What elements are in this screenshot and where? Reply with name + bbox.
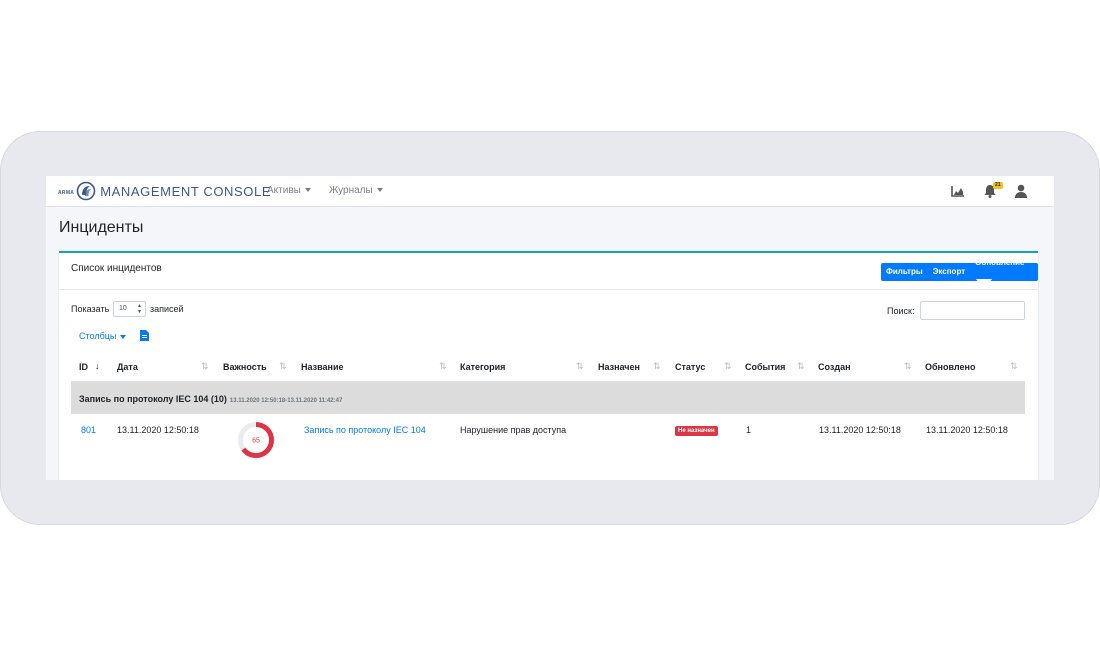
- chevron-down-icon: [376, 188, 383, 193]
- nav-menu-assets[interactable]: Активы: [267, 185, 311, 196]
- notification-count-badge: 21: [993, 182, 1003, 189]
- sort-icon[interactable]: ⇅: [904, 361, 912, 372]
- status-badge: Не назначен: [675, 426, 718, 436]
- col-header-severity[interactable]: Важность: [223, 362, 267, 372]
- group-title: Запись по протоколу IEC 104 (10) 13.11.20…: [79, 394, 342, 404]
- page-length-select[interactable]: 10 ▲ ▼: [113, 301, 146, 317]
- document-icon[interactable]: [140, 330, 149, 341]
- severity-gauge: 65: [238, 422, 274, 458]
- brand-small-text: ARMA: [58, 190, 75, 196]
- app-window: ARMA MANAGEMENT CONSOLE Активы Журналы 2…: [46, 176, 1054, 480]
- table-group-row[interactable]: Запись по протоколу IEC 104 (10) 13.11.20…: [71, 382, 1025, 414]
- sort-icon[interactable]: ⇅: [279, 361, 287, 372]
- card-button-group: Фильтры Экспорт Обновление: [881, 258, 1038, 283]
- sort-desc-icon[interactable]: ↓: [95, 361, 100, 371]
- nav-menu-journals-label: Журналы: [329, 185, 373, 196]
- col-header-updated[interactable]: Обновлено: [925, 362, 975, 372]
- select-arrows-icon: ▲ ▼: [137, 303, 142, 315]
- filters-button[interactable]: Фильтры: [881, 263, 928, 281]
- nav-menu-journals[interactable]: Журналы: [329, 185, 383, 196]
- severity-value: 65: [252, 438, 260, 445]
- col-header-name[interactable]: Название: [301, 362, 343, 372]
- sort-icon[interactable]: ⇅: [724, 361, 732, 372]
- sort-icon[interactable]: ⇅: [439, 361, 447, 372]
- chart-icon[interactable]: [950, 183, 966, 199]
- col-header-category[interactable]: Категория: [460, 362, 505, 372]
- col-header-events[interactable]: События: [745, 362, 785, 372]
- row-date: 13.11.2020 12:50:18: [117, 425, 199, 435]
- brand-mark-icon: [76, 181, 96, 201]
- page-length-value: 10: [119, 305, 127, 312]
- brand-logo[interactable]: ARMA MANAGEMENT CONSOLE: [58, 179, 271, 203]
- user-icon[interactable]: [1013, 183, 1029, 199]
- records-label: записей: [150, 304, 184, 314]
- sort-icon[interactable]: ⇅: [797, 361, 805, 372]
- export-button[interactable]: Экспорт: [928, 263, 970, 281]
- top-navbar: ARMA MANAGEMENT CONSOLE Активы Журналы 2…: [46, 176, 1054, 207]
- columns-button[interactable]: Столбцы: [79, 331, 127, 341]
- row-events: 1: [746, 425, 752, 435]
- show-label: Показать: [71, 304, 110, 314]
- row-name-link[interactable]: Запись по протоколу IEC 104: [304, 425, 426, 435]
- col-header-created[interactable]: Создан: [818, 362, 851, 372]
- sort-icon[interactable]: ⇅: [201, 361, 209, 372]
- row-id-link[interactable]: 801: [81, 425, 96, 435]
- chevron-down-icon: [304, 188, 311, 193]
- col-header-status[interactable]: Статус: [675, 362, 705, 372]
- col-header-id[interactable]: ID: [79, 362, 88, 372]
- search-label: Поиск:: [887, 306, 915, 316]
- sort-icon[interactable]: ⇅: [653, 361, 661, 372]
- chevron-down-icon: [120, 334, 127, 339]
- group-title-text: Запись по протоколу IEC 104 (10): [79, 394, 227, 404]
- refresh-button-label: Обновление: [975, 258, 1025, 267]
- page-title: Инциденты: [59, 219, 144, 236]
- refresh-dropdown-button[interactable]: Обновление: [970, 254, 1038, 290]
- sort-icon[interactable]: ⇅: [1010, 361, 1018, 372]
- row-created: 13.11.2020 12:50:18: [819, 425, 901, 435]
- nav-menu-assets-label: Активы: [267, 185, 301, 196]
- brand-title: MANAGEMENT CONSOLE: [100, 183, 272, 199]
- chevron-down-icon: [976, 278, 993, 283]
- group-date-range: 13.11.2020 12:50:18-13.11.2020 11:42:47: [229, 398, 343, 404]
- card-title: Список инцидентов: [71, 263, 162, 274]
- row-updated: 13.11.2020 12:50:18: [926, 425, 1008, 435]
- search-input[interactable]: [920, 301, 1025, 320]
- card-header: Список инцидентов Фильтры Экспорт Обновл…: [59, 253, 1038, 290]
- col-header-date[interactable]: Дата: [117, 362, 138, 372]
- sort-icon[interactable]: ⇅: [576, 361, 584, 372]
- row-category: Нарушение прав доступа: [460, 425, 567, 435]
- columns-button-label: Столбцы: [79, 331, 117, 341]
- col-header-assigned[interactable]: Назначен: [598, 362, 640, 372]
